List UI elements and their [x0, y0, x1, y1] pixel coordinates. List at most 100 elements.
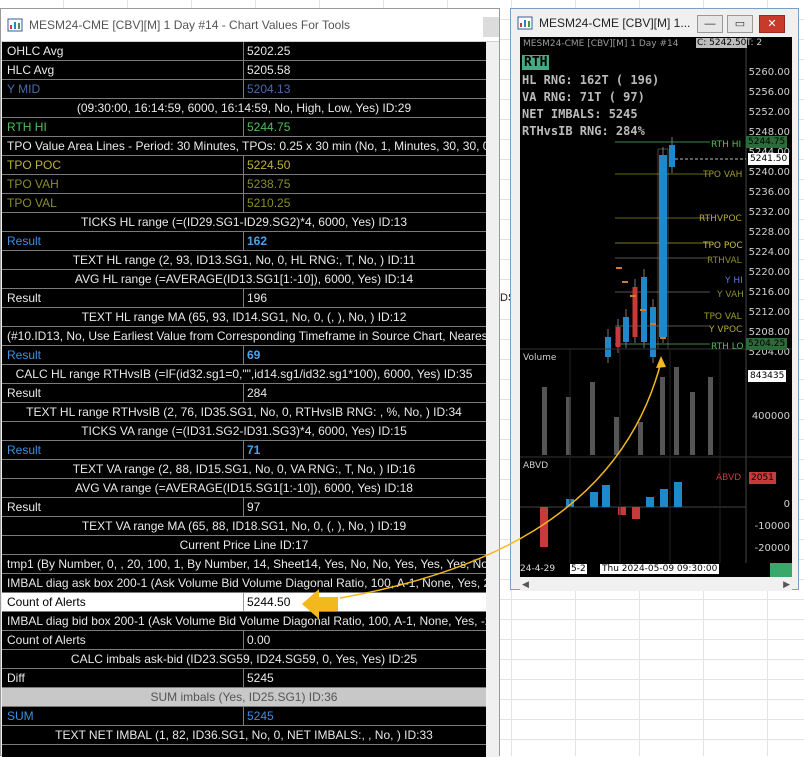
value-row-label: Count of Alerts — [2, 593, 244, 611]
volume-bar — [542, 387, 547, 455]
level-label: TPO VAL — [704, 312, 742, 322]
value-row[interactable]: TPO VAH 5238.75 — [2, 175, 486, 194]
value-row-label: Result — [2, 498, 244, 516]
chart-values-titlebar[interactable]: MESM24-CME [CBV][M] 1 Day #14 - Chart Va… — [1, 9, 499, 42]
study-header-row[interactable]: TEXT HL range RTHvsIB (2, 76, ID35.SG1, … — [2, 403, 486, 422]
value-row-label: Result — [2, 232, 244, 250]
study-header-text: TPO Value Area Lines - Period: 30 Minute… — [7, 139, 486, 153]
abvd-bar — [540, 507, 548, 547]
study-header-text: TEXT VA range MA (65, 88, ID18.SG1, No, … — [81, 519, 407, 533]
study-header-row[interactable]: AVG VA range (=AVERAGE(ID15.SG1[1:-10]),… — [2, 479, 486, 498]
study-header-row[interactable]: TEXT VA range (2, 88, ID15.SG1, No, 0, V… — [2, 460, 486, 479]
value-row-value: 196 — [247, 291, 268, 305]
highlight-arrow-icon — [302, 589, 338, 619]
hl-range-text: HL RNG: 162T ( 196) — [522, 73, 660, 87]
study-header-text: SUM imbals (Yes, ID25.SG1) ID:36 — [150, 690, 338, 704]
price-tick: 5232.00 — [748, 207, 790, 218]
level-label: Y HI — [725, 276, 743, 286]
study-header-row[interactable]: TPO Value Area Lines - Period: 30 Minute… — [2, 137, 486, 156]
study-header-row[interactable]: CALC HL range RTHvsIB (=IF(id32.sg1=0,""… — [2, 365, 486, 384]
value-row[interactable]: Result 97 — [2, 498, 486, 517]
study-header-row[interactable]: IMBAL diag bid box 200-1 (Ask Volume Bid… — [2, 612, 486, 631]
value-row[interactable]: Result 162 — [2, 232, 486, 251]
study-header-row[interactable]: SUM imbals (Yes, ID25.SG1) ID:36 — [2, 688, 486, 707]
horizontal-scrollbar[interactable]: ◀ ▶ — [520, 577, 792, 591]
value-row[interactable]: RTH HI 5244.75 — [2, 118, 486, 137]
study-header-row[interactable]: TICKS VA range (=(ID31.SG2-ID31.SG3)*4, … — [2, 422, 486, 441]
study-header-row[interactable]: TEXT NET IMBAL (1, 82, ID36.SG1, No, 0, … — [2, 726, 486, 745]
study-header-row[interactable]: AVG HL range (=AVERAGE(ID13.SG1[1:-10]),… — [2, 270, 486, 289]
chart-header-close: C: 5242.50 — [696, 38, 748, 48]
study-header-row[interactable]: CALC imbals ask-bid (ID23.SG59, ID24.SG5… — [2, 650, 486, 669]
volume-bar — [674, 367, 679, 455]
rth-lo-price-tag: 5204.25 — [746, 338, 788, 350]
date-label-2: 5-2 — [570, 564, 587, 574]
value-row[interactable]: SUM 5245 — [2, 707, 486, 726]
vertical-scrollbar[interactable] — [486, 42, 499, 757]
close-button[interactable]: ✕ — [759, 15, 785, 33]
study-header-row[interactable]: tmp1 (By Number, 0, , 20, 100, 1, By Num… — [2, 555, 486, 574]
va-range-text: VA RNG: 71T ( 97) — [522, 90, 645, 104]
value-row[interactable]: TPO POC 5224.50 — [2, 156, 486, 175]
value-row[interactable]: Result 196 — [2, 289, 486, 308]
study-header-row[interactable]: Current Price Line ID:17 — [2, 536, 486, 555]
value-row-value: 162 — [247, 234, 268, 248]
value-row[interactable]: OHLC Avg 5202.25 — [2, 42, 486, 61]
chart-values-window: MESM24-CME [CBV][M] 1 Day #14 - Chart Va… — [0, 8, 500, 757]
price-tick: 5220.00 — [748, 267, 790, 278]
value-row-label: Diff — [2, 669, 244, 687]
study-header-text: IMBAL diag bid box 200-1 (Ask Volume Bid… — [7, 614, 486, 628]
value-row[interactable]: HLC Avg 5205.58 — [2, 61, 486, 80]
rth-badge: RTH — [522, 55, 550, 70]
value-row-label: Count of Alerts — [2, 631, 244, 649]
study-header-text: TEXT HL range MA (65, 93, ID14.SG1, No, … — [81, 310, 407, 324]
app-icon — [517, 15, 533, 31]
study-header-row[interactable]: IMBAL diag ask box 200-1 (Ask Volume Bid… — [2, 574, 486, 593]
profile-marker — [630, 295, 636, 297]
price-tick: 5228.00 — [748, 227, 790, 238]
abvd-tick-1: -10000 — [754, 521, 790, 532]
level-label: RTH HI — [711, 140, 742, 150]
value-row[interactable]: Result 71 — [2, 441, 486, 460]
value-row-value: 284 — [247, 386, 268, 400]
current-price-tag: 5241.50 — [748, 153, 790, 165]
study-header-row[interactable]: TICKS HL range (=(ID29.SG1-ID29.SG2)*4, … — [2, 213, 486, 232]
minimize-button[interactable]: — — [697, 15, 723, 33]
level-label: TPO POC — [703, 241, 743, 251]
value-row[interactable]: Count of Alerts 5244.50 — [2, 593, 486, 612]
value-row[interactable]: Diff 5245 — [2, 669, 486, 688]
study-header-row[interactable]: TEXT HL range MA (65, 93, ID14.SG1, No, … — [2, 308, 486, 327]
value-row[interactable]: Y MID 5204.13 — [2, 80, 486, 99]
candle-body — [632, 287, 638, 337]
study-header-row[interactable]: (09:30:00, 16:14:59, 6000, 16:14:59, No,… — [2, 99, 486, 118]
value-row[interactable]: Result 69 — [2, 346, 486, 365]
study-header-text: AVG VA range (=AVERAGE(ID15.SG1[1:-10]),… — [75, 481, 413, 495]
scroll-left-icon[interactable]: ◀ — [522, 579, 529, 590]
value-row-value: 5245 — [247, 709, 274, 723]
price-chart[interactable]: MESM24-CME [CBV][M] 1 Day #14 C: 5242.50… — [520, 37, 792, 577]
value-row-label: Result — [2, 384, 244, 402]
value-row[interactable]: TPO VAL 5210.25 — [2, 194, 486, 213]
price-tick: 5212.00 — [748, 307, 790, 318]
chart-window-titlebar[interactable]: MESM24-CME [CBV][M] 1... — ▭ ✕ — [511, 9, 798, 37]
scroll-green-block[interactable] — [770, 563, 792, 577]
value-row-label: OHLC Avg — [2, 42, 244, 60]
study-header-row[interactable]: TEXT HL range (2, 93, ID13.SG1, No, 0, H… — [2, 251, 486, 270]
value-row-value: 5204.13 — [247, 82, 291, 96]
price-tick: 5240.00 — [748, 167, 790, 178]
scroll-stub[interactable] — [483, 17, 499, 37]
study-header-row[interactable]: (#10.ID13, No, Use Earliest Value from C… — [2, 327, 486, 346]
restore-button[interactable]: ▭ — [727, 15, 753, 33]
study-header-text: (#10.ID13, No, Use Earliest Value from C… — [7, 329, 486, 343]
abvd-bar — [618, 507, 626, 515]
volume-bar — [614, 417, 619, 455]
value-row-value: 5244.50 — [247, 595, 291, 609]
abvd-bar — [646, 497, 654, 507]
scroll-right-icon[interactable]: ▶ — [783, 579, 790, 590]
value-row[interactable]: Count of Alerts 0.00 — [2, 631, 486, 650]
abvd-tick-2: -20000 — [754, 543, 790, 554]
price-tick: 5208.00 — [748, 327, 790, 338]
value-row-value: 5205.58 — [247, 63, 291, 77]
study-header-row[interactable]: TEXT VA range MA (65, 88, ID18.SG1, No, … — [2, 517, 486, 536]
value-row[interactable]: Result 284 — [2, 384, 486, 403]
